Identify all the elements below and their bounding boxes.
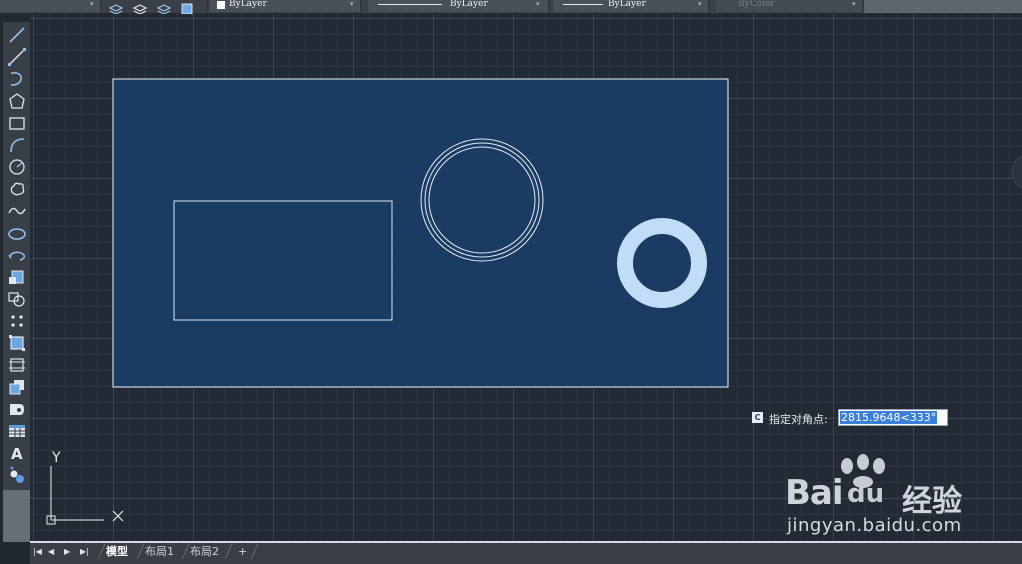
watermark-brand-du: du: [847, 479, 885, 509]
ucs-icon: Y: [46, 450, 124, 525]
circle-icon[interactable]: [9, 159, 25, 175]
properties-toolbar: ▾ ByLayer ▾ ByLayer ▾ ByLayer ▾ ByColor …: [0, 0, 1022, 15]
next-tab-button[interactable]: ▶: [64, 547, 70, 556]
toolbar-empty-area: [864, 0, 1022, 13]
last-tab-button[interactable]: ▶|: [80, 547, 89, 556]
toolbar-scrollbar[interactable]: [3, 490, 30, 542]
first-tab-button[interactable]: |◀: [33, 547, 42, 556]
watermark-brand-latin: Bai: [785, 473, 844, 513]
layer-tools-group: [108, 0, 198, 15]
tab-layout1[interactable]: 布局1: [145, 544, 174, 560]
chevron-down-icon: ▾: [350, 0, 354, 8]
ucs-y-label: Y: [51, 450, 61, 466]
watermark-brand-cn: 经验: [902, 484, 962, 519]
wipeout-icon[interactable]: [10, 404, 24, 415]
color-dropdown[interactable]: ByLayer ▾: [210, 0, 361, 12]
tab-divider: [181, 544, 190, 559]
add-selected-icon[interactable]: [10, 466, 25, 484]
linetype-sample: [378, 4, 442, 5]
chevron-down-icon: ▾: [90, 0, 94, 8]
navigation-wheel-edge[interactable]: [1011, 154, 1022, 190]
make-block-icon[interactable]: [8, 292, 25, 307]
tab-layout2[interactable]: 布局2: [190, 544, 219, 560]
coordinate-input-value: 2815.9648<333°: [840, 411, 938, 424]
tab-divider: [97, 544, 106, 559]
lineweight-dropdown[interactable]: ByLayer ▾: [553, 0, 709, 12]
layer-match-icon[interactable]: [132, 4, 148, 15]
color-label: ByLayer: [229, 0, 267, 9]
add-layout-tab[interactable]: +: [238, 544, 247, 560]
tab-divider: [136, 544, 145, 559]
baidu-watermark: Bai du 经验 jingyan.baidu.com: [785, 452, 985, 542]
gradient-icon[interactable]: [9, 358, 25, 372]
lineweight-label: ByLayer: [608, 0, 646, 9]
prev-tab-button[interactable]: ◀: [48, 547, 54, 556]
rectangle-icon[interactable]: [9, 117, 25, 130]
plotstyle-dropdown[interactable]: ByColor ▾: [716, 0, 863, 12]
region-icon[interactable]: [9, 380, 24, 395]
linetype-label: ByLayer: [450, 0, 488, 9]
tab-divider: [224, 544, 233, 559]
line-icon[interactable]: [9, 27, 25, 43]
lineweight-sample: [563, 4, 603, 5]
polyline-icon[interactable]: [10, 72, 22, 86]
point-icon[interactable]: [11, 315, 23, 327]
layer-states-icon[interactable]: [108, 4, 124, 15]
plotstyle-label: ByColor: [738, 0, 775, 9]
prompt-label: 指定对角点:: [769, 413, 828, 426]
chevron-down-icon: ▾: [698, 0, 702, 8]
layer-isolate-icon[interactable]: [181, 3, 193, 15]
table-icon[interactable]: [9, 425, 25, 437]
watermark-url: jingyan.baidu.com: [787, 515, 962, 536]
toolbar-grip[interactable]: [200, 0, 208, 12]
draw-tools: A: [8, 27, 26, 484]
linetype-dropdown[interactable]: ByLayer ▾: [368, 0, 549, 12]
construction-line-icon[interactable]: [8, 48, 26, 66]
spline-icon[interactable]: [8, 207, 26, 215]
tab-divider: [250, 544, 259, 559]
command-icon: C: [752, 412, 763, 423]
polygon-icon[interactable]: [9, 93, 25, 109]
mtext-icon[interactable]: A: [11, 445, 23, 463]
layer-dropdown[interactable]: ▾: [0, 0, 101, 12]
layout-tabs-bar: |◀ ◀ ▶ ▶| 模型 布局1 布局2 +: [30, 541, 1022, 564]
layer-previous-icon[interactable]: [156, 4, 172, 15]
color-swatch: [217, 1, 225, 9]
ellipse-icon[interactable]: [8, 228, 26, 240]
ellipse-arc-icon[interactable]: [8, 251, 26, 261]
hatch-icon[interactable]: [9, 335, 25, 351]
draw-toolbar: A: [3, 22, 30, 542]
coordinate-input[interactable]: 2815.9648<333°: [838, 409, 948, 426]
chevron-down-icon: ▾: [852, 0, 856, 8]
insert-block-icon[interactable]: [9, 270, 24, 284]
chevron-down-icon: ▾: [536, 0, 540, 8]
svg-text:A: A: [11, 445, 23, 463]
revision-cloud-icon[interactable]: [10, 182, 25, 196]
tab-model[interactable]: 模型: [106, 544, 128, 560]
arc-icon[interactable]: [10, 138, 25, 153]
